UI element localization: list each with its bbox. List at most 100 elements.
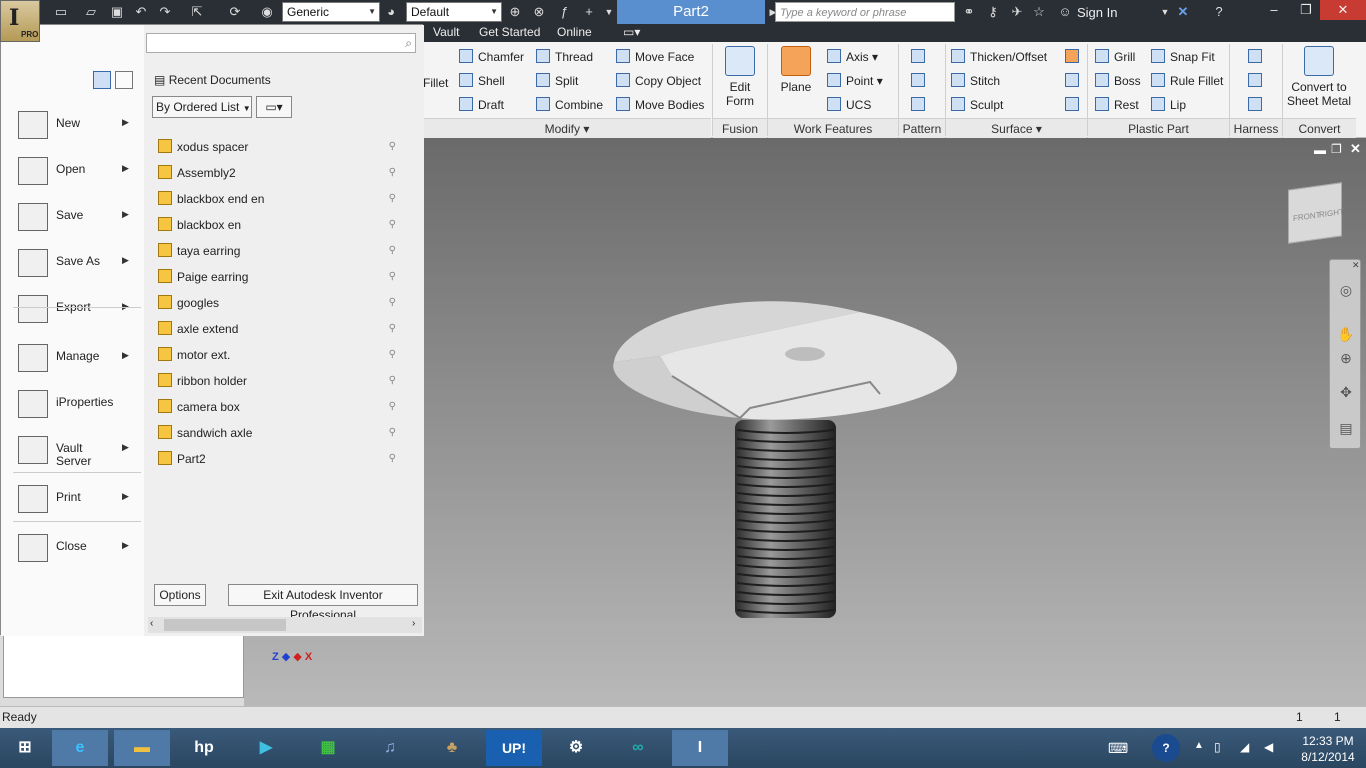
recent-document-item[interactable]: blackbox end en ⚲ bbox=[158, 188, 408, 210]
recent-document-item[interactable]: taya earring ⚲ bbox=[158, 240, 408, 262]
recent-document-item[interactable]: camera box ⚲ bbox=[158, 396, 408, 418]
menu-search-input[interactable]: ⌕ bbox=[146, 33, 416, 53]
close-icon[interactable]: ✕ bbox=[1352, 260, 1360, 271]
move-bodies-button[interactable]: Move Bodies bbox=[616, 97, 704, 112]
recent-document-item[interactable]: xodus spacer ⚲ bbox=[158, 136, 408, 158]
sign-in-link[interactable]: Sign In bbox=[1077, 5, 1117, 20]
undo-icon[interactable]: ↶ bbox=[132, 3, 150, 21]
steam-icon[interactable]: ⚙ bbox=[548, 730, 604, 766]
horizontal-scrollbar[interactable]: ‹ › bbox=[148, 617, 422, 633]
inventor-taskbar-icon[interactable]: I bbox=[672, 730, 728, 766]
boss-button[interactable]: Boss bbox=[1095, 73, 1141, 88]
rest-button[interactable]: Rest bbox=[1095, 97, 1139, 112]
pin-icon[interactable]: ⚲ bbox=[389, 370, 396, 392]
start-button[interactable]: ⊞ bbox=[0, 730, 50, 766]
tab-vault[interactable]: Vault bbox=[433, 25, 459, 39]
sort-order-dropdown[interactable]: By Ordered List ▼ bbox=[152, 96, 252, 118]
pin-icon[interactable]: ⚲ bbox=[389, 396, 396, 418]
display-mode-dropdown[interactable]: ▭▾ bbox=[256, 96, 292, 118]
recent-document-item[interactable]: Part2 ⚲ bbox=[158, 448, 408, 470]
commands-view-icon[interactable] bbox=[93, 71, 111, 89]
fillet-button[interactable]: Fillet bbox=[423, 76, 448, 90]
orbit-icon[interactable]: ✥ bbox=[1337, 384, 1355, 402]
menu-item-vault-server[interactable]: Vault Server ▶ bbox=[1, 428, 144, 472]
model-browser[interactable] bbox=[3, 634, 244, 698]
new-icon[interactable]: ▭ bbox=[52, 3, 70, 21]
look-at-icon[interactable]: ▤ bbox=[1337, 420, 1355, 438]
recent-document-item[interactable]: sandwich axle ⚲ bbox=[158, 422, 408, 444]
edit-form-button[interactable]: Edit Form bbox=[721, 46, 759, 108]
menu-item-export[interactable]: Export ▶ bbox=[1, 287, 144, 331]
convert-sheet-metal-button[interactable]: Convert to Sheet Metal bbox=[1285, 46, 1353, 108]
recent-document-item[interactable]: Assembly2 ⚲ bbox=[158, 162, 408, 184]
plane-button[interactable]: Plane bbox=[775, 46, 817, 94]
sculpt-button[interactable]: Sculpt bbox=[951, 97, 1003, 112]
draft-button[interactable]: Draft bbox=[459, 97, 504, 112]
menu-item-new[interactable]: New ▶ bbox=[1, 103, 144, 147]
tree-app-icon[interactable]: ♣ bbox=[424, 730, 480, 766]
satellite-icon[interactable]: ✈ bbox=[1008, 3, 1026, 21]
adjust-icon[interactable]: ⊕ bbox=[506, 3, 524, 21]
pin-icon[interactable]: ⚲ bbox=[389, 422, 396, 444]
binoculars-icon[interactable]: ⚭ bbox=[960, 3, 978, 21]
internet-explorer-icon[interactable]: e bbox=[52, 730, 108, 766]
move-face-button[interactable]: Move Face bbox=[616, 49, 694, 64]
scroll-thumb[interactable] bbox=[164, 619, 286, 631]
split-button[interactable]: Split bbox=[536, 73, 578, 88]
zoom-icon[interactable]: ⊕ bbox=[1337, 350, 1355, 368]
help-icon[interactable]: ? bbox=[1210, 3, 1228, 21]
point-button[interactable]: Point ▾ bbox=[827, 73, 883, 88]
mirror-button[interactable] bbox=[911, 97, 930, 112]
recent-document-item[interactable]: googles ⚲ bbox=[158, 292, 408, 314]
screw-model[interactable] bbox=[600, 290, 970, 630]
minimize-button[interactable]: – bbox=[1256, 0, 1292, 20]
panel-options-icon[interactable]: ▭▾ bbox=[623, 25, 640, 39]
delete-face-button[interactable] bbox=[1065, 97, 1084, 112]
material-select[interactable]: Generic ▼ bbox=[282, 2, 380, 22]
wifi-icon[interactable]: ◢ bbox=[1240, 740, 1249, 754]
harness-button-1[interactable] bbox=[1248, 49, 1267, 64]
star-icon[interactable]: ☆ bbox=[1030, 3, 1048, 21]
pin-icon[interactable]: ⚲ bbox=[389, 136, 396, 158]
pin-icon[interactable]: ⚲ bbox=[389, 188, 396, 210]
menu-item-save-as[interactable]: Save As ▶ bbox=[1, 241, 144, 285]
plus-icon[interactable]: + bbox=[580, 3, 598, 21]
snap-fit-button[interactable]: Snap Fit bbox=[1151, 49, 1215, 64]
ucs-button[interactable]: UCS bbox=[827, 97, 871, 112]
key-icon[interactable]: ⚷ bbox=[984, 3, 1002, 21]
scroll-right-icon[interactable]: › bbox=[412, 618, 415, 629]
stitch-button[interactable]: Stitch bbox=[951, 73, 1000, 88]
pin-icon[interactable]: ⚲ bbox=[389, 344, 396, 366]
return-icon[interactable]: ⇱ bbox=[188, 3, 206, 21]
chevron-up-icon[interactable]: ▲ bbox=[1194, 740, 1204, 751]
user-icon[interactable]: ☺ bbox=[1056, 3, 1074, 21]
hp-icon[interactable]: hp bbox=[176, 730, 232, 766]
customize-icon[interactable]: ▼ bbox=[600, 3, 618, 21]
parameters-icon[interactable]: ƒ bbox=[555, 3, 573, 21]
maximize-button[interactable]: ❐ bbox=[1292, 0, 1320, 20]
viewcube[interactable]: FRONT RIGHT bbox=[1288, 182, 1344, 244]
canvas-restore-button[interactable]: ❐ bbox=[1331, 142, 1342, 156]
battery-icon[interactable]: ▯ bbox=[1214, 740, 1221, 754]
trim-button[interactable] bbox=[1065, 73, 1084, 88]
menu-item-open[interactable]: Open ▶ bbox=[1, 149, 144, 193]
pan-icon[interactable]: ✋ bbox=[1337, 326, 1355, 344]
chevron-down-icon[interactable]: ▼ bbox=[1156, 3, 1174, 21]
scroll-left-icon[interactable]: ‹ bbox=[150, 618, 153, 629]
clock[interactable]: 12:33 PM 8/12/2014 bbox=[1290, 733, 1366, 765]
shell-button[interactable]: Shell bbox=[459, 73, 505, 88]
update-icon[interactable]: ⟳ bbox=[226, 3, 244, 21]
menu-item-save[interactable]: Save ▶ bbox=[1, 195, 144, 239]
modify-group-label[interactable]: Modify ▾ bbox=[423, 118, 711, 138]
pin-icon[interactable]: ⚲ bbox=[389, 266, 396, 288]
canvas-close-button[interactable]: ✕ bbox=[1350, 141, 1361, 157]
menu-item-close[interactable]: Close ▶ bbox=[1, 526, 144, 570]
video-icon[interactable]: ▶ bbox=[238, 730, 294, 766]
file-explorer-icon[interactable]: ▬ bbox=[114, 730, 170, 766]
tab-get-started[interactable]: Get Started bbox=[479, 25, 540, 39]
pin-icon[interactable]: ⚲ bbox=[389, 162, 396, 184]
close-button[interactable]: ✕ bbox=[1320, 0, 1366, 20]
pin-icon[interactable]: ⚲ bbox=[389, 318, 396, 340]
axis-button[interactable]: Axis ▾ bbox=[827, 49, 878, 64]
save-icon[interactable]: ▣ bbox=[108, 3, 126, 21]
